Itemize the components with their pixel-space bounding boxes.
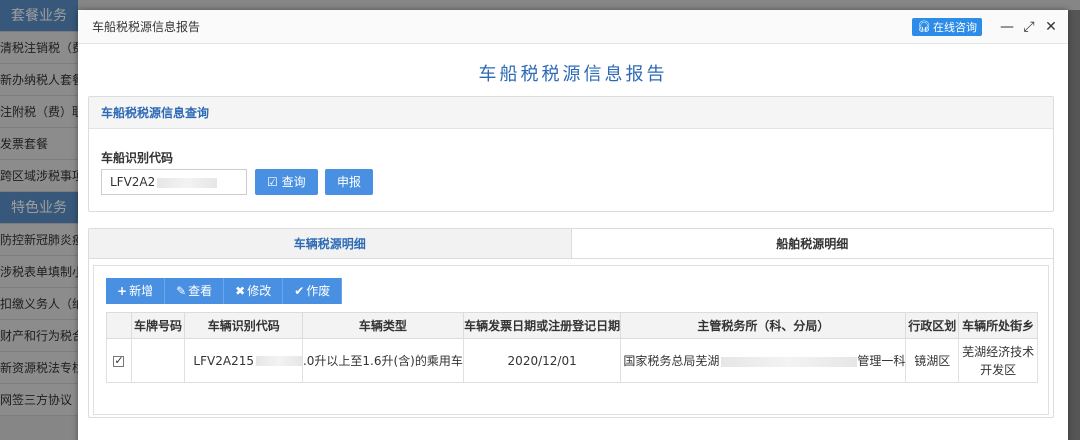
plate-cell <box>130 338 186 383</box>
row-checkbox-cell[interactable] <box>106 338 132 383</box>
view-button[interactable]: ✎ 查看 <box>165 278 225 304</box>
close-icon[interactable]: ✕ <box>1044 19 1058 35</box>
sidebar-item[interactable]: 新资源税法专栏 <box>0 352 78 384</box>
date-cell: 2020/12/01 <box>462 338 622 383</box>
sidebar-item[interactable]: 防控新冠肺炎疫 <box>0 224 78 256</box>
modal-window-title: 车船税税源信息报告 <box>92 20 201 34</box>
edit-button[interactable]: ✖ 修改 <box>224 278 284 304</box>
sidebar-item[interactable]: 财产和行为税合 <box>0 320 78 352</box>
redacted-mask <box>157 177 218 188</box>
sidebar-item[interactable]: 跨区域涉税事项 <box>0 160 78 192</box>
col-vin[interactable]: 车辆识别代码 <box>184 312 303 339</box>
col-vehicle-type[interactable]: 车辆类型 <box>301 312 464 339</box>
online-consult-label: 在线咨询 <box>933 20 977 34</box>
tax-office-cell: 国家税务总局芜湖 管理一科 <box>620 338 907 383</box>
headset-icon: 🎧︎ <box>917 20 931 33</box>
col-street[interactable]: 车辆所处街乡 <box>958 312 1038 339</box>
declare-button[interactable]: 申报 <box>325 169 374 195</box>
col-plate[interactable]: 车牌号码 <box>130 312 186 339</box>
col-district[interactable]: 行政区划 <box>905 312 960 339</box>
tax-office-suffix: 管理一科 <box>857 354 906 368</box>
sidebar-item[interactable]: 发票套餐 <box>0 128 78 160</box>
detail-content: + 新增 ✎ 查看 ✖ 修改 ✔ 作废 车牌号码 车辆识别代码 车辆类型 车辆发票日期或… <box>93 265 1049 415</box>
query-panel: 车船税税源信息查询 车船识别代码 LFV2A2 ☑︎ 查询 申报 <box>88 96 1054 212</box>
redacted-mask <box>255 356 302 366</box>
add-button-label: 新增 <box>129 284 154 298</box>
modal-titlebar: 车船税税源信息报告 🎧︎ 在线咨询 — ⤢ ✕ <box>78 10 1068 44</box>
tab-vehicle-detail[interactable]: 车辆税源明细 <box>89 229 572 258</box>
edit-button-label: 修改 <box>247 284 272 298</box>
table-header-row: 车牌号码 车辆识别代码 车辆类型 车辆发票日期或注册登记日期 主管税务所（科、分… <box>106 312 1038 339</box>
table-row[interactable]: LFV2A215 .0升以上至1.6升(含)的乘用车 2020/12/01 国家… <box>106 338 1038 383</box>
search-icon: ☑︎ <box>267 175 278 189</box>
background-sidebar: 套餐业务 清税注销税（费 新办纳税人套餐 注附税（费）联 发票套餐 跨区域涉税事项 特色业务… <box>0 0 78 440</box>
minimize-icon[interactable]: — <box>1000 19 1014 35</box>
vin-value: LFV2A215 <box>193 353 254 368</box>
query-panel-title: 车船税税源信息查询 <box>89 97 1053 129</box>
vehicle-type-cell: .0升以上至1.6升(含)的乘用车 <box>301 338 464 383</box>
view-button-label: 查看 <box>188 284 213 298</box>
cross-icon: ✖ <box>235 284 246 298</box>
query-button-label: 查询 <box>281 175 306 189</box>
sidebar-item[interactable]: 新办纳税人套餐 <box>0 64 78 96</box>
sidebar-item[interactable]: 网签三方协议 <box>0 384 78 416</box>
tax-report-modal: 车船税税源信息报告 🎧︎ 在线咨询 — ⤢ ✕ 车船税税源信息报告 车船税税源信… <box>78 10 1068 440</box>
vehicle-table: 车牌号码 车辆识别代码 车辆类型 车辆发票日期或注册登记日期 主管税务所（科、分… <box>106 312 1038 383</box>
pencil-icon: ✎ <box>176 284 187 298</box>
online-consult-button[interactable]: 🎧︎ 在线咨询 <box>912 17 982 36</box>
sidebar-item[interactable]: 扣缴义务人（纳 <box>0 288 78 320</box>
street-cell: 芜湖经济技术开发区 <box>958 338 1038 383</box>
vehicle-id-label: 车船识别代码 <box>101 151 174 165</box>
background-topbar <box>78 0 1080 10</box>
maximize-icon[interactable]: ⤢ <box>1022 19 1036 35</box>
report-title: 车船税税源信息报告 <box>478 64 668 85</box>
col-date[interactable]: 车辆发票日期或注册登记日期 <box>462 312 622 339</box>
tab-vessel-detail[interactable]: 船舶税源明细 <box>571 229 1053 258</box>
detail-tabs: 车辆税源明细 船舶税源明细 <box>89 229 1053 259</box>
plus-icon: + <box>117 284 128 298</box>
add-button[interactable]: + 新增 <box>106 278 166 304</box>
check-icon: ✔ <box>294 284 305 298</box>
vehicle-id-input[interactable]: LFV2A2 <box>101 169 247 195</box>
sidebar-section-header[interactable]: 特色业务 <box>0 192 78 224</box>
col-select <box>106 312 132 339</box>
district-cell: 镜湖区 <box>905 338 960 383</box>
vehicle-id-value: LFV2A2 <box>110 175 156 189</box>
vin-cell: LFV2A215 <box>184 338 303 383</box>
tax-office-prefix: 国家税务总局芜湖 <box>623 354 720 368</box>
void-button-label: 作废 <box>306 284 331 298</box>
detail-panel: 车辆税源明细 船舶税源明细 + 新增 ✎ 查看 ✖ 修改 ✔ 作废 车牌号码 车辆识别代… <box>88 228 1054 418</box>
row-checkbox[interactable] <box>113 354 125 367</box>
sidebar-section-header[interactable]: 套餐业务 <box>0 0 78 32</box>
sidebar-item[interactable]: 注附税（费）联 <box>0 96 78 128</box>
detail-toolbar: + 新增 ✎ 查看 ✖ 修改 ✔ 作废 <box>106 278 343 304</box>
sidebar-item[interactable]: 清税注销税（费 <box>0 32 78 64</box>
sidebar-item[interactable]: 涉税表单填制小 <box>0 256 78 288</box>
redacted-mask <box>721 356 858 367</box>
void-button[interactable]: ✔ 作废 <box>283 278 343 304</box>
query-button[interactable]: ☑︎ 查询 <box>255 169 318 195</box>
col-tax-office[interactable]: 主管税务所（科、分局） <box>620 312 907 339</box>
